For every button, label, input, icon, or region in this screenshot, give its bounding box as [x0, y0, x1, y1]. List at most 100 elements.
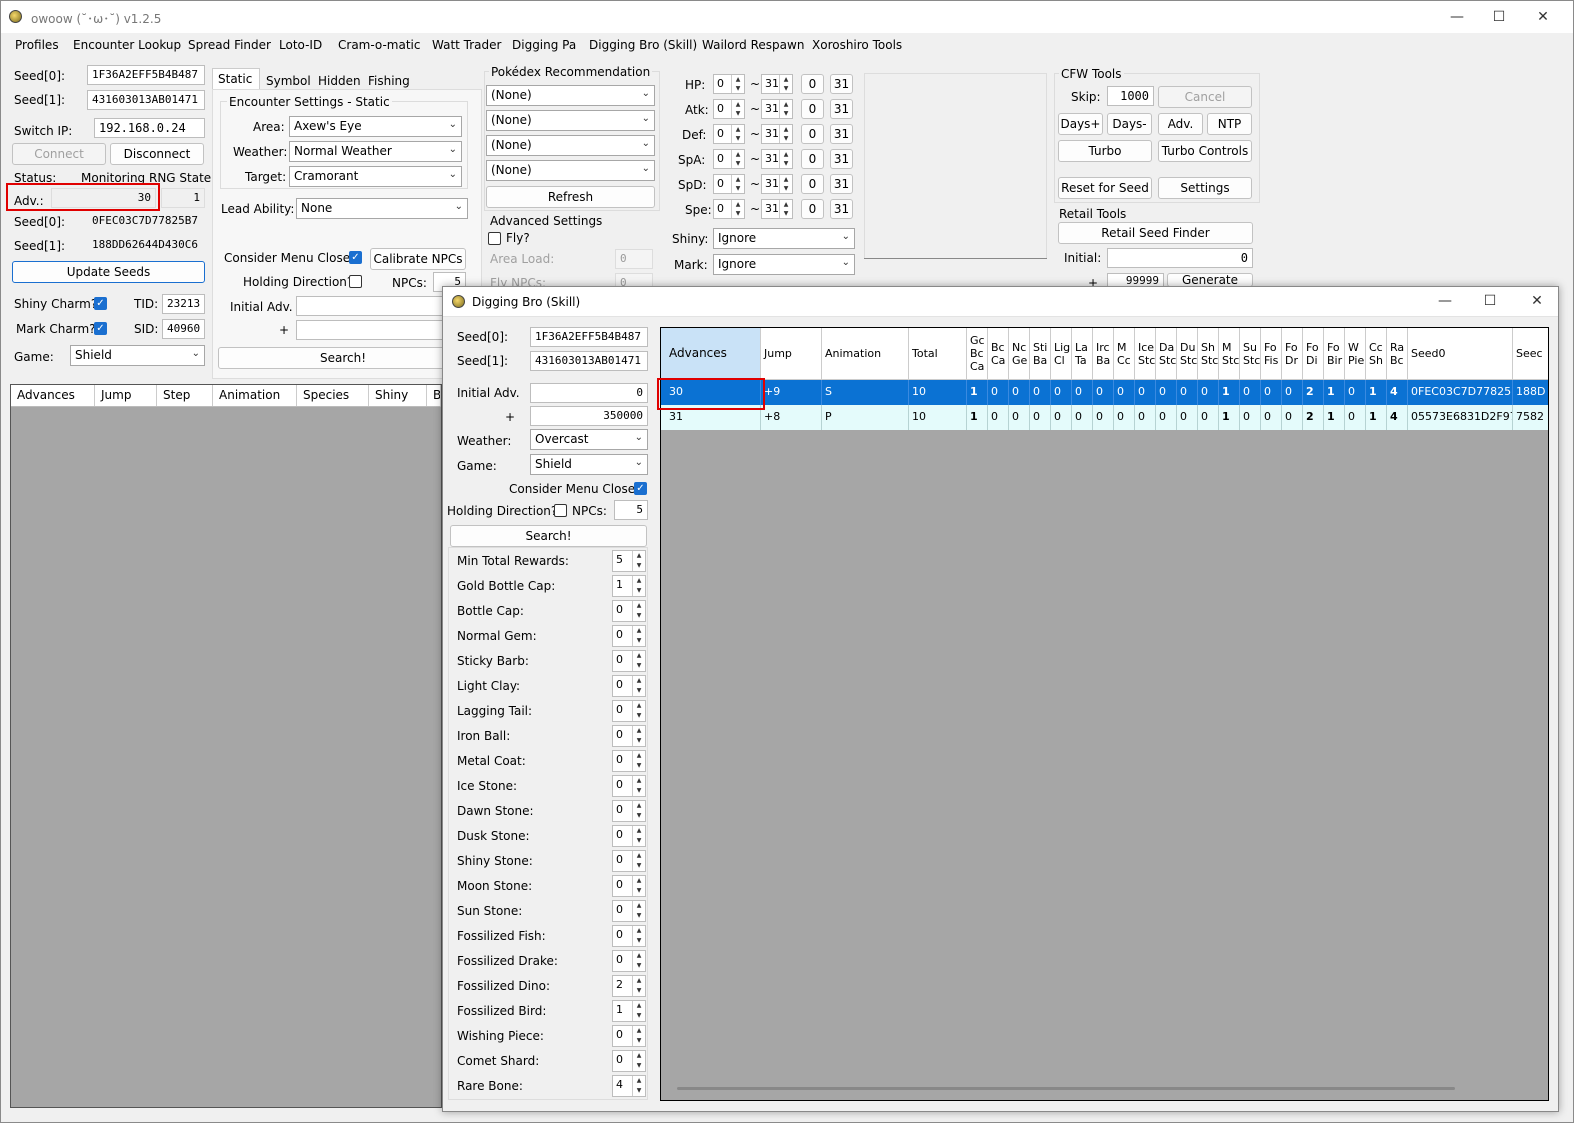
col-header[interactable]: Fo Fis — [1261, 328, 1282, 380]
tid-input[interactable]: 23213 — [162, 294, 205, 314]
col-header[interactable]: Fo Di — [1303, 328, 1324, 380]
filter-stepper[interactable]: 1 ▲ ▼ — [612, 575, 646, 597]
cancel-button[interactable]: Cancel — [1158, 86, 1252, 108]
col-shiny[interactable]: Shiny — [369, 385, 427, 406]
lead-ability-dropdown[interactable]: None ⌄ — [296, 198, 468, 219]
child-npcs-input[interactable]: 5 — [614, 500, 648, 520]
stepper-arrows-icon[interactable]: ▲ ▼ — [731, 150, 744, 168]
horizontal-scrollbar[interactable] — [677, 1087, 1455, 1090]
stepper-arrows-icon[interactable]: ▲ ▼ — [731, 100, 744, 118]
col-header[interactable]: Su Stc — [1240, 328, 1261, 380]
iv-max-button[interactable]: 31 — [830, 74, 853, 94]
tab-static[interactable]: Static — [212, 68, 260, 90]
retail-initial-input[interactable]: 0 — [1107, 248, 1253, 268]
iv-zero-button[interactable]: 0 — [801, 174, 824, 194]
menu-xoroshiro-tools[interactable]: Xoroshiro Tools — [812, 38, 902, 52]
col-header[interactable]: Animation — [822, 328, 909, 380]
child-seed1-input[interactable]: 431603013AB01471 — [530, 351, 648, 371]
iv-max-stepper[interactable]: 31 ▲ ▼ — [761, 149, 793, 169]
digging-results-grid[interactable]: Advances Jump Animation Total Gc Bc Ca Bc Ca N… — [660, 327, 1549, 1101]
filter-stepper[interactable]: 1 ▲ ▼ — [612, 1000, 646, 1022]
tab-symbol[interactable]: Symbol — [266, 74, 311, 88]
stepper-arrows-icon[interactable]: ▲ ▼ — [632, 676, 645, 696]
col-header[interactable]: M Cc — [1114, 328, 1135, 380]
col-header[interactable]: Bc Ca — [988, 328, 1009, 380]
child-initial-input[interactable]: 0 — [530, 383, 648, 403]
menu-encounter-lookup[interactable]: Encounter Lookup — [73, 38, 181, 52]
stepper-arrows-icon[interactable]: ▲ ▼ — [632, 726, 645, 746]
filter-stepper[interactable]: 5 ▲ ▼ — [612, 550, 646, 572]
col-header[interactable]: Advances — [661, 328, 761, 380]
iv-max-stepper[interactable]: 31 ▲ ▼ — [761, 199, 793, 219]
main-results-grid[interactable]: Advances Jump Step Animation Species Shi… — [10, 384, 442, 1108]
days-plus-button[interactable]: Days+ — [1058, 113, 1103, 135]
menu-digging-pa[interactable]: Digging Pa — [512, 38, 576, 52]
turbo-button[interactable]: Turbo — [1058, 140, 1152, 162]
menu-wailord-respawn[interactable]: Wailord Respawn — [702, 38, 804, 52]
filter-stepper[interactable]: 0 ▲ ▼ — [612, 775, 646, 797]
col-header[interactable]: Seed0 — [1408, 328, 1513, 380]
stepper-arrows-icon[interactable]: ▲ ▼ — [632, 976, 645, 996]
turbo-controls-button[interactable]: Turbo Controls — [1158, 140, 1252, 162]
menu-profiles[interactable]: Profiles — [15, 38, 59, 52]
search-button[interactable]: Search! — [218, 347, 468, 369]
maximize-icon[interactable]: ☐ — [1489, 7, 1509, 27]
menu-cram-o-matic[interactable]: Cram-o-matic — [338, 38, 420, 52]
col-header[interactable]: Da Stc — [1156, 328, 1177, 380]
stepper-arrows-icon[interactable]: ▲ ▼ — [632, 651, 645, 671]
table-row[interactable]: 30 +9 S 10 1 0 0 0 0 0 0 0 0 0 0 0 1 0 0 0 2 1 0 1 4 0FEC03C7D778… — [661, 380, 1548, 405]
col-header[interactable]: Seec — [1513, 328, 1548, 380]
generate-button[interactable]: Generate — [1167, 273, 1253, 287]
pokedex-dropdown-3[interactable]: (None) ⌄ — [486, 135, 655, 156]
col-header[interactable]: Du Stc — [1177, 328, 1198, 380]
adv-button[interactable]: Adv. — [1158, 113, 1203, 135]
child-game-dropdown[interactable]: Shield ⌄ — [530, 454, 648, 475]
col-header[interactable]: Cc Sh — [1366, 328, 1387, 380]
menu-watt-trader[interactable]: Watt Trader — [432, 38, 501, 52]
col-header[interactable]: Ra Bc — [1387, 328, 1408, 380]
reset-for-seed-button[interactable]: Reset for Seed — [1058, 177, 1152, 199]
iv-min-stepper[interactable]: 0 ▲ ▼ — [713, 124, 745, 144]
child-menu-close-checkbox[interactable]: ✓ — [634, 482, 647, 495]
pokedex-dropdown-1[interactable]: (None) ⌄ — [486, 85, 655, 106]
filter-stepper[interactable]: 0 ▲ ▼ — [612, 1025, 646, 1047]
stepper-arrows-icon[interactable]: ▲ ▼ — [632, 576, 645, 596]
col-jump[interactable]: Jump — [95, 385, 157, 406]
stepper-arrows-icon[interactable]: ▲ ▼ — [632, 1076, 645, 1096]
filter-stepper[interactable]: 4 ▲ ▼ — [612, 1075, 646, 1097]
iv-zero-button[interactable]: 0 — [801, 149, 824, 169]
stepper-arrows-icon[interactable]: ▲ ▼ — [632, 851, 645, 871]
stepper-arrows-icon[interactable]: ▲ ▼ — [632, 601, 645, 621]
area-dropdown[interactable]: Axew's Eye ⌄ — [289, 116, 462, 137]
fly-npcs-input[interactable]: 0 — [615, 273, 653, 287]
col-header[interactable]: Fo Bir — [1324, 328, 1345, 380]
child-plus-input[interactable]: 350000 — [530, 406, 648, 426]
col-animation[interactable]: Animation — [213, 385, 297, 406]
sid-input[interactable]: 40960 — [162, 319, 205, 339]
col-header[interactable]: Nc Ge — [1009, 328, 1030, 380]
filter-stepper[interactable]: 0 ▲ ▼ — [612, 650, 646, 672]
iv-max-button[interactable]: 31 — [830, 149, 853, 169]
seed1-input[interactable]: 431603013AB01471 — [87, 90, 205, 110]
child-weather-dropdown[interactable]: Overcast ⌄ — [530, 429, 648, 450]
settings-button[interactable]: Settings — [1158, 177, 1252, 199]
seed0-input[interactable]: 1F36A2EFF5B4B487 — [87, 65, 205, 85]
col-header[interactable]: W Pie — [1345, 328, 1366, 380]
stepper-arrows-icon[interactable]: ▲ ▼ — [779, 175, 792, 193]
col-header[interactable]: Irc Ba — [1093, 328, 1114, 380]
col-header[interactable]: Lig Cl — [1051, 328, 1072, 380]
filter-stepper[interactable]: 0 ▲ ▼ — [612, 925, 646, 947]
menu-spread-finder[interactable]: Spread Finder — [188, 38, 271, 52]
menu-digging-bro[interactable]: Digging Bro (Skill) — [589, 38, 697, 52]
child-search-button[interactable]: Search! — [450, 525, 647, 547]
filter-stepper[interactable]: 0 ▲ ▼ — [612, 900, 646, 922]
col-header[interactable]: Ice Stc — [1135, 328, 1156, 380]
col-header[interactable]: La Ta — [1072, 328, 1093, 380]
stepper-arrows-icon[interactable]: ▲ ▼ — [731, 200, 744, 218]
stepper-arrows-icon[interactable]: ▲ ▼ — [632, 951, 645, 971]
col-b[interactable]: B — [427, 385, 441, 406]
col-header[interactable]: Gc Bc Ca — [967, 328, 988, 380]
refresh-button[interactable]: Refresh — [486, 186, 655, 208]
pokedex-dropdown-4[interactable]: (None) ⌄ — [486, 160, 655, 181]
iv-max-stepper[interactable]: 31 ▲ ▼ — [761, 124, 793, 144]
